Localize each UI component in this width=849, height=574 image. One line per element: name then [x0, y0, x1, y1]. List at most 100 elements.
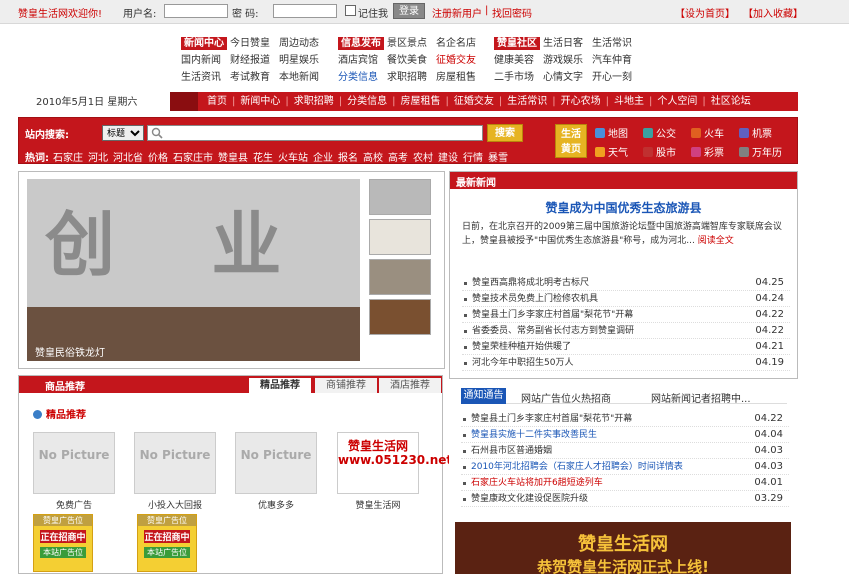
news-title[interactable]: 赞皇康政文化建设促医院升级 — [471, 491, 588, 507]
slider-thumbnail[interactable] — [369, 299, 431, 335]
goods-item[interactable]: No Picture 小投入大回报 — [134, 432, 216, 511]
nav-link[interactable]: 酒店宾馆 — [338, 52, 378, 69]
nav-link[interactable]: 房屋租售 — [436, 69, 476, 86]
nav-link[interactable]: 求职招聘 — [387, 69, 427, 86]
read-more-link[interactable]: 阅读全文 — [698, 236, 734, 246]
nav-link[interactable]: 生活资讯 — [181, 69, 221, 86]
launch-banner[interactable]: 赞皇生活网 恭贺赞皇生活网正式上线! — [455, 522, 791, 574]
life-tool-link[interactable]: 公交 — [643, 125, 676, 140]
news-row[interactable]: 赞皇康政文化建设促医院升级 03.29 — [461, 491, 789, 507]
hot-word-link[interactable]: 行情 — [463, 153, 483, 164]
news-row[interactable]: 石家庄火车站将加开6趟短途列车 04.01 — [461, 475, 789, 491]
hot-word-link[interactable]: 石家庄市 — [173, 153, 213, 164]
hot-word-link[interactable]: 河北省 — [113, 153, 143, 164]
life-yellowpages-button[interactable]: 生活 黄页 — [555, 124, 587, 158]
remember-checkbox[interactable] — [345, 5, 356, 16]
set-home-link[interactable]: 【设为首页】 — [675, 5, 735, 20]
news-center-tag[interactable]: 新闻中心 — [181, 37, 227, 50]
nav-link[interactable]: 考试教育 — [230, 69, 270, 86]
news-title[interactable]: 赞皇荣桂种植开始供暖了 — [472, 339, 571, 355]
nav-link[interactable]: 生活日客 — [543, 35, 583, 52]
add-favorite-link[interactable]: 【加入收藏】 — [743, 5, 803, 20]
hot-word-link[interactable]: 高校 — [363, 153, 383, 164]
news-row[interactable]: 省委委员、常务副省长付志方到赞皇调研 04.22 — [462, 323, 790, 339]
news-row[interactable]: 2010年河北招聘会（石家庄人才招聘会）时间详情表 04.03 — [461, 459, 789, 475]
goods-item[interactable]: No Picture 免费广告 — [33, 432, 115, 511]
life-tool-link[interactable]: 天气 — [595, 144, 628, 159]
nav-link[interactable]: 二手市场 — [494, 69, 534, 86]
main-nav-item[interactable]: 新闻中心 — [240, 92, 280, 111]
username-input[interactable] — [164, 4, 228, 18]
hot-word-link[interactable]: 石家庄 — [53, 153, 83, 164]
goods-item[interactable]: 赞皇生活网 www.051230.net 赞皇生活网 — [337, 432, 452, 511]
hot-word-link[interactable]: 河北 — [88, 153, 108, 164]
main-nav-item[interactable]: 斗地主 — [614, 92, 644, 111]
news-title[interactable]: 省委委员、常务副省长付志方到赞皇调研 — [472, 323, 634, 339]
nav-link[interactable]: 国内新闻 — [181, 52, 221, 69]
tab-shops[interactable]: 商铺推荐 — [315, 378, 377, 393]
nav-link[interactable]: 明星娱乐 — [279, 52, 319, 69]
hot-word-link[interactable]: 火车站 — [278, 153, 308, 164]
news-title[interactable]: 赞皇县土门乡李家庄村首届"梨花节"开幕 — [471, 411, 632, 427]
news-row[interactable]: 河北今年中职招生50万人 04.19 — [462, 355, 790, 371]
notice-link[interactable]: 网站广告位火热招商 — [521, 390, 611, 405]
hot-word-link[interactable]: 报名 — [338, 153, 358, 164]
goods-item[interactable]: No Picture 优惠多多 — [235, 432, 317, 511]
nav-link[interactable]: 征婚交友 — [436, 52, 476, 69]
life-tool-link[interactable]: 彩票 — [691, 144, 724, 159]
main-nav-item[interactable]: 个人空间 — [657, 92, 697, 111]
headline-link[interactable]: 赞皇成为中国优秀生态旅游县 — [450, 199, 797, 216]
login-button[interactable]: 登录 — [393, 3, 425, 19]
nav-link[interactable]: 周边动态 — [279, 35, 319, 52]
main-nav-item[interactable]: 社区论坛 — [711, 92, 751, 111]
recover-password-link[interactable]: 找回密码 — [492, 5, 532, 20]
main-nav-item[interactable]: 征婚交友 — [454, 92, 494, 111]
life-tool-link[interactable]: 机票 — [739, 125, 772, 140]
hot-word-link[interactable]: 价格 — [148, 153, 168, 164]
search-input[interactable] — [147, 125, 483, 141]
nav-link[interactable]: 本地新闻 — [279, 69, 319, 86]
news-title[interactable]: 赞皇县土门乡李家庄村首届"梨花节"开幕 — [472, 307, 633, 323]
main-nav-item[interactable]: 分类信息 — [347, 92, 387, 111]
notice-tag[interactable]: 通知通告 — [461, 388, 506, 404]
main-nav-item[interactable]: 求职招聘 — [294, 92, 334, 111]
main-nav-item[interactable]: 开心农场 — [561, 92, 601, 111]
nav-link[interactable]: 今日赞皇 — [230, 35, 270, 52]
news-title[interactable]: 2010年河北招聘会（石家庄人才招聘会）时间详情表 — [471, 459, 683, 475]
hot-word-link[interactable]: 暴雪 — [488, 153, 508, 164]
slider-thumbnail[interactable] — [369, 219, 431, 255]
nav-link[interactable]: 心情文字 — [543, 69, 583, 86]
news-title[interactable]: 赞皇西高鼎将成北明考古标尺 — [472, 275, 589, 291]
ad-slot[interactable]: 赞皇广告位 正在招商中 本站广告位 — [137, 514, 197, 572]
nav-link[interactable]: 开心一刻 — [592, 69, 632, 86]
tab-hotels[interactable]: 酒店推荐 — [379, 378, 441, 393]
hot-word-link[interactable]: 企业 — [313, 153, 333, 164]
nav-link[interactable]: 游戏娱乐 — [543, 52, 583, 69]
news-title[interactable]: 河北今年中职招生50万人 — [472, 355, 573, 371]
slider-thumbnail[interactable] — [369, 179, 431, 215]
register-link[interactable]: 注册新用户 — [432, 5, 482, 20]
life-tool-link[interactable]: 地图 — [595, 125, 628, 140]
password-input[interactable] — [273, 4, 337, 18]
hot-word-link[interactable]: 建设 — [438, 153, 458, 164]
nav-link[interactable]: 生活常识 — [592, 35, 632, 52]
nav-link[interactable]: 汽车仲育 — [592, 52, 632, 69]
news-title[interactable]: 赞皇技术员免费上门检修农机具 — [472, 291, 598, 307]
search-button[interactable]: 搜索 — [487, 124, 523, 142]
nav-link[interactable]: 名企名店 — [436, 35, 476, 52]
main-nav-item[interactable]: 生活常识 — [507, 92, 547, 111]
life-tool-link[interactable]: 股市 — [643, 144, 676, 159]
news-row[interactable]: 赞皇荣桂种植开始供暖了 04.21 — [462, 339, 790, 355]
life-tool-link[interactable]: 火车 — [691, 125, 724, 140]
hot-word-link[interactable]: 赞皇县 — [218, 153, 248, 164]
news-row[interactable]: 赞皇县土门乡李家庄村首届"梨花节"开幕 04.22 — [461, 411, 789, 427]
info-publish-tag[interactable]: 信息发布 — [338, 37, 384, 50]
news-title[interactable]: 石州县市区普通婚姻 — [471, 443, 552, 459]
nav-link[interactable]: 景区景点 — [387, 35, 427, 52]
hot-word-link[interactable]: 花生 — [253, 153, 273, 164]
slider-main-image[interactable]: 创 业 赞皇民俗铁龙灯 — [27, 179, 360, 361]
nav-link[interactable]: 餐饮美食 — [387, 52, 427, 69]
notice-link[interactable]: 网站新闻记者招聘中... — [651, 390, 751, 405]
nav-link[interactable]: 财经报道 — [230, 52, 270, 69]
community-tag[interactable]: 赞皇社区 — [494, 37, 540, 50]
